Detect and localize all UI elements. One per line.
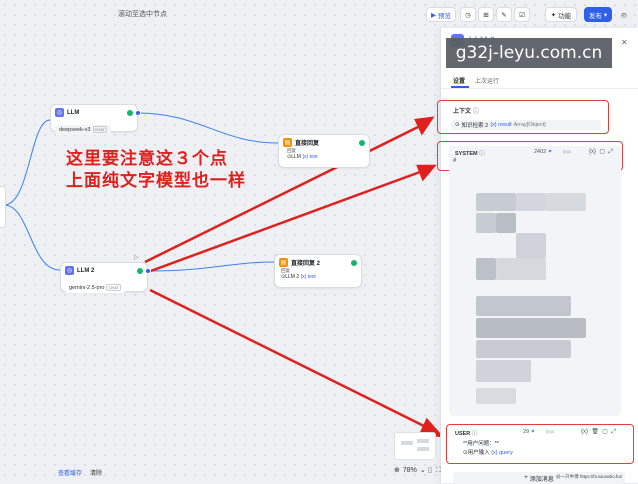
chevron-down-icon: ⌄ (419, 467, 426, 474)
features-icon: ✦ (550, 11, 557, 19)
clock-icon: ◴ (621, 11, 627, 19)
direct-reply-2-node[interactable]: ▤ 直接回复 2 回复 ⊙LLM 2 {x} text (274, 254, 362, 288)
user-token-count: 29 ✦ (523, 429, 536, 435)
user-content-line: **用户问题：** (463, 441, 500, 447)
success-check-icon (127, 109, 133, 116)
success-check-icon (359, 139, 365, 146)
success-check-icon (137, 267, 143, 274)
system-actions[interactable]: {x} ▢ ⤢ (589, 148, 613, 156)
system-token-count: 2402 ✦ (534, 149, 553, 155)
play-icon: ▶ (431, 11, 436, 19)
reply-icon: ▤ (279, 258, 288, 267)
credit-text: @一只牛博 https://hi.aicowbo.fun (556, 474, 623, 479)
output-port[interactable] (145, 268, 151, 274)
watermark: g32j-leyu.com.cn (446, 38, 612, 68)
llm-icon: ◎ (55, 108, 64, 117)
edit-tool-button[interactable]: ✎ (496, 7, 512, 22)
node-title: LLM 2 (77, 267, 95, 274)
node-settings-panel: LLM 2 ✕ 设置 上次运行 上下文 ⓘ ⊙ 知识检索 2 {x} resul… (437, 28, 638, 484)
user-label: USER ⓘ (455, 431, 478, 437)
settings-history-button[interactable]: ◴ (616, 7, 632, 22)
reply-variable: ⊙LLM 2 {x} text (281, 274, 316, 280)
publish-button[interactable]: 发布 ▾ (584, 7, 612, 22)
features-button[interactable]: ✦ 功能 (545, 7, 577, 22)
success-check-icon (351, 259, 357, 266)
reply-variable: ⊙LLM {x} text (287, 154, 318, 160)
tab-divider (441, 88, 638, 89)
history-icon: ◷ (465, 11, 471, 19)
view-cache-button[interactable]: 查看缓存 (58, 468, 82, 477)
system-prompt-editor[interactable] (449, 146, 621, 416)
model-name: gemini-2.5-pro CHAT (65, 283, 126, 293)
zoom-control[interactable]: ⊕ 78% ⌄ (394, 466, 426, 475)
close-icon[interactable]: ✕ (621, 38, 628, 47)
tab-settings[interactable]: 设置 (453, 76, 465, 85)
checklist-icon: ☑ (519, 11, 525, 19)
minimap[interactable] (394, 432, 436, 460)
plus-icon: + (524, 475, 528, 481)
edit-icon: ✎ (501, 11, 507, 19)
clear-button[interactable]: 清除 (90, 468, 102, 477)
system-label: SYSTEM ⓘ (455, 151, 485, 157)
run-node-icon[interactable]: ▷ (134, 254, 139, 261)
llm2-node[interactable]: ◎ LLM 2 gemini-2.5-pro CHAT (60, 262, 148, 293)
start-node-edge[interactable] (0, 186, 6, 228)
scroll-to-selected-hint[interactable]: 滚动至选中节点 (118, 9, 167, 19)
node-title: 直接回复 2 (291, 261, 321, 267)
canvas-tools[interactable]: ▯ ⛶ (428, 466, 441, 475)
llm-icon: ◎ (65, 266, 74, 275)
variable-icon: ⊞ (483, 11, 489, 19)
variable-tool-button[interactable]: ⊞ (478, 7, 494, 22)
node-title: LLM (67, 109, 80, 116)
node-title: 直接回复 (295, 141, 320, 147)
user-query-variable[interactable]: ⊙用户输入 {x} query (463, 448, 513, 456)
context-label: 上下文 ⓘ (453, 109, 479, 115)
history-tool-button[interactable]: ◷ (460, 7, 476, 22)
llm-node[interactable]: ◎ LLM deepseek-v3 CHAT (50, 104, 138, 135)
zoom-icon: ⊕ (394, 467, 400, 474)
context-variable[interactable]: ⊙ 知识检索 2 {x} result Array[Object] (451, 120, 601, 130)
user-actions[interactable]: {x} 🗑 ▢ ⤢ (581, 428, 616, 436)
user-jinja-toggle[interactable]: jinja (546, 429, 554, 434)
system-content: # (453, 158, 457, 164)
checklist-tool-button[interactable]: ☑ (514, 7, 530, 22)
model-name: deepseek-v3 CHAT (55, 125, 112, 135)
reply-icon: ▤ (283, 138, 292, 147)
knowledge-icon: ⊙ (455, 122, 460, 128)
system-jinja-toggle[interactable]: jinja (563, 149, 571, 154)
preview-button[interactable]: ▶ 预览 (426, 7, 456, 22)
direct-reply-node[interactable]: ▤ 直接回复 回复 ⊙LLM {x} text (278, 134, 370, 168)
output-port[interactable] (135, 110, 141, 116)
annotation-text: 这里要注意这３个点 上面纯文字模型也一样 (66, 149, 246, 190)
tab-last-run[interactable]: 上次运行 (475, 76, 499, 85)
